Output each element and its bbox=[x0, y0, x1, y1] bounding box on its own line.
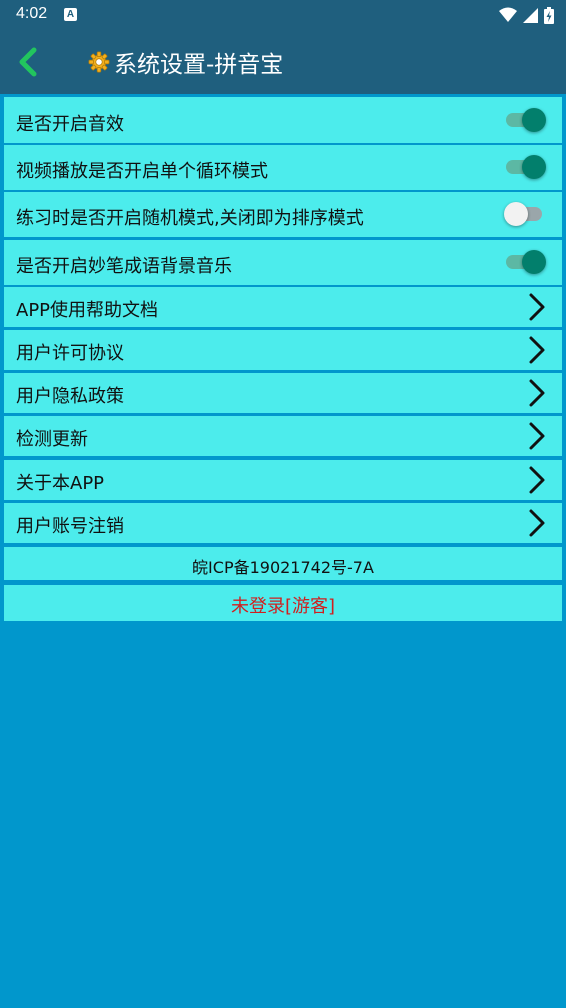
chevron-right-icon bbox=[529, 466, 545, 494]
link-label: 关于本APP bbox=[16, 473, 105, 494]
gear-icon bbox=[88, 51, 110, 73]
app-header: 系统设置-拼音宝 bbox=[0, 30, 566, 94]
toggle-thumb bbox=[522, 155, 546, 179]
chevron-right-icon bbox=[529, 336, 545, 364]
link-label: 检测更新 bbox=[16, 429, 88, 450]
back-button[interactable] bbox=[10, 42, 50, 82]
link-row-privacy[interactable]: 用户隐私政策 bbox=[4, 373, 562, 413]
toggle-thumb bbox=[522, 108, 546, 132]
signal-icon bbox=[523, 7, 538, 23]
chevron-right-icon bbox=[529, 293, 545, 321]
page-title: 系统设置-拼音宝 bbox=[114, 52, 284, 78]
link-row-delete-account[interactable]: 用户账号注销 bbox=[4, 503, 562, 543]
setting-row-video-loop[interactable]: 视频播放是否开启单个循环模式 bbox=[4, 145, 562, 190]
setting-row-sound-effects[interactable]: 是否开启音效 bbox=[4, 97, 562, 143]
icp-text[interactable]: 皖ICP备19021742号-7A bbox=[4, 554, 562, 578]
setting-row-bgm[interactable]: 是否开启妙笔成语背景音乐 bbox=[4, 240, 562, 285]
toggle-thumb bbox=[504, 202, 528, 226]
link-label: 用户隐私政策 bbox=[16, 386, 124, 407]
link-row-help-docs[interactable]: APP使用帮助文档 bbox=[4, 287, 562, 327]
status-time: 4:02 bbox=[16, 5, 48, 22]
link-row-check-update[interactable]: 检测更新 bbox=[4, 416, 562, 456]
video-loop-toggle[interactable] bbox=[506, 155, 546, 179]
link-label: 用户账号注销 bbox=[16, 516, 124, 537]
icp-row[interactable]: 皖ICP备19021742号-7A bbox=[4, 547, 562, 580]
bgm-toggle[interactable] bbox=[506, 250, 546, 274]
sound-effects-toggle[interactable] bbox=[506, 108, 546, 132]
setting-label: 视频播放是否开启单个循环模式 bbox=[16, 161, 268, 182]
setting-row-random-mode[interactable]: 练习时是否开启随机模式,关闭即为排序模式 bbox=[4, 192, 562, 237]
chevron-right-icon bbox=[529, 422, 545, 450]
setting-label: 是否开启妙笔成语背景音乐 bbox=[16, 256, 232, 277]
link-row-license[interactable]: 用户许可协议 bbox=[4, 330, 562, 370]
login-status-text[interactable]: 未登录[游客] bbox=[4, 592, 562, 618]
setting-label: 练习时是否开启随机模式,关闭即为排序模式 bbox=[16, 208, 364, 229]
title-wrap: 系统设置-拼音宝 bbox=[88, 47, 284, 78]
toggle-thumb bbox=[522, 250, 546, 274]
battery-icon bbox=[544, 6, 554, 24]
login-status-row[interactable]: 未登录[游客] bbox=[4, 585, 562, 621]
notification-icon: A bbox=[64, 8, 77, 21]
link-label: APP使用帮助文档 bbox=[16, 300, 159, 321]
status-icons bbox=[499, 6, 554, 24]
chevron-right-icon bbox=[529, 509, 545, 537]
random-mode-toggle[interactable] bbox=[504, 202, 546, 226]
link-label: 用户许可协议 bbox=[16, 343, 124, 364]
chevron-left-icon bbox=[19, 47, 37, 77]
link-row-about[interactable]: 关于本APP bbox=[4, 460, 562, 500]
setting-label: 是否开启音效 bbox=[16, 114, 124, 135]
wifi-icon bbox=[499, 7, 517, 22]
chevron-right-icon bbox=[529, 379, 545, 407]
status-bar: 4:02 A bbox=[0, 0, 566, 30]
